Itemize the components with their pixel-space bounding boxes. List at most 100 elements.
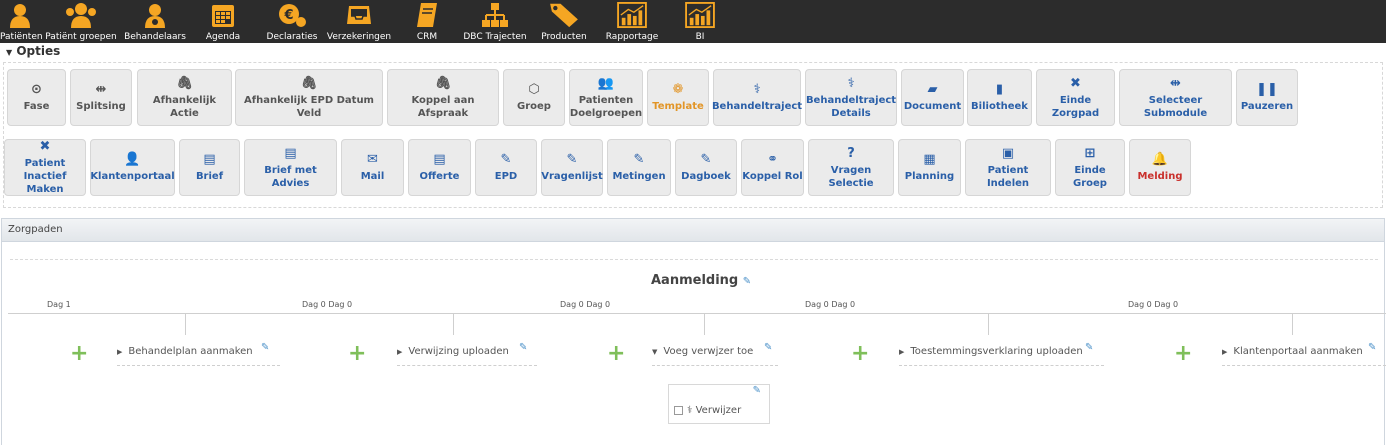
tool-mail[interactable]: ✉ Mail bbox=[341, 139, 404, 196]
patient-icon bbox=[10, 4, 30, 28]
tool-vragen-selectie[interactable]: ? Vragen Selectie bbox=[808, 139, 894, 196]
add-step-plus-icon[interactable]: + bbox=[607, 343, 625, 365]
tool-groep[interactable]: ⬡ Groep bbox=[503, 69, 565, 126]
timeline-tick bbox=[704, 314, 705, 335]
checkbox[interactable] bbox=[674, 405, 683, 415]
tool-patienten-doelgroepen[interactable]: 👥 Patienten Doelgroepen bbox=[569, 69, 643, 126]
nav-label: DBC Trajecten bbox=[463, 32, 527, 42]
step-klantenportaal-aanmaken[interactable]: ▶ Klantenportaal aanmaken ✎ bbox=[1222, 342, 1386, 366]
tool-splitsing[interactable]: ⇹ Splitsing bbox=[70, 69, 132, 126]
tool-label: Fase bbox=[23, 101, 50, 112]
edit-icon[interactable]: ✎ bbox=[261, 342, 269, 353]
tool-metingen[interactable]: ✎ Metingen bbox=[607, 139, 671, 196]
tool-label: Behandeltraject bbox=[711, 101, 803, 112]
nav-label: Behandelaars bbox=[124, 32, 186, 42]
edit-icon[interactable]: ✎ bbox=[1368, 342, 1376, 353]
tool-template[interactable]: ❁ Template bbox=[647, 69, 709, 126]
tool-planning[interactable]: ▦ Planning bbox=[898, 139, 961, 196]
edit-icon[interactable]: ✎ bbox=[764, 342, 772, 353]
nav-item-patient-groepen[interactable]: Patiënt groepen bbox=[40, 0, 122, 43]
nav-item-verzekeringen[interactable]: Verzekeringen bbox=[325, 0, 393, 43]
template-icon: ❁ bbox=[672, 82, 684, 97]
add-step-plus-icon[interactable]: + bbox=[851, 343, 869, 365]
nav-item-rapportage[interactable]: Rapportage bbox=[605, 0, 659, 43]
tool-document[interactable]: ▰ Document bbox=[901, 69, 964, 126]
step-label: Klantenportaal aanmaken bbox=[1233, 346, 1363, 357]
tool-afhankelijk-epd-datum-veld[interactable]: 🖇 Afhankelijk EPD Datum Veld bbox=[235, 69, 383, 126]
tool-fase[interactable]: ⊙ Fase bbox=[7, 69, 66, 126]
tool-afhankelijk-actie[interactable]: 🖇 Afhankelijk Actie bbox=[137, 69, 232, 126]
bell-icon: 🔔 bbox=[1151, 152, 1169, 167]
tool-selecteer-submodule[interactable]: ⇹ Selecteer Submodule bbox=[1119, 69, 1232, 126]
tool-brief[interactable]: ▤ Brief bbox=[179, 139, 240, 196]
step-label: Voeg verwjzer toe bbox=[663, 346, 754, 357]
tool-label: Koppel Rol bbox=[742, 171, 803, 182]
nav-item-patienten[interactable]: Patiënten bbox=[0, 0, 43, 43]
edit-icon[interactable]: ✎ bbox=[519, 342, 527, 353]
tool-label: Selecteer Submodule bbox=[1143, 94, 1208, 119]
user-remove-icon: ✖ bbox=[39, 139, 51, 154]
edit-icon[interactable]: ✎ bbox=[753, 385, 761, 396]
patient-group-icon bbox=[66, 3, 96, 28]
nav-item-crm[interactable]: CRM bbox=[410, 0, 444, 43]
tool-label: Patienten Doelgroepen bbox=[569, 94, 643, 119]
subitem-verwijzer[interactable]: ⚕ Verwijzer bbox=[674, 405, 741, 416]
nav-item-behandelaars[interactable]: Behandelaars bbox=[122, 0, 188, 43]
add-step-plus-icon[interactable]: + bbox=[70, 343, 88, 365]
tool-label: Metingen bbox=[612, 171, 666, 182]
timeline-tick bbox=[453, 314, 454, 335]
tool-einde-zorgpad[interactable]: ✖ Einde Zorgpad bbox=[1036, 69, 1115, 126]
tool-patient-inactief-maken[interactable]: ✖ Patient Inactief Maken bbox=[4, 139, 86, 196]
nav-item-bi[interactable]: BI bbox=[682, 0, 718, 43]
inbox-icon bbox=[347, 6, 371, 24]
tool-einde-groep[interactable]: ⊞ Einde Groep bbox=[1055, 139, 1125, 196]
tool-pauzeren[interactable]: ❚❚ Pauzeren bbox=[1236, 69, 1298, 126]
step-verwijzing-uploaden[interactable]: ▶ Verwijzing uploaden ✎ bbox=[397, 342, 537, 366]
tool-label: Groep bbox=[517, 101, 551, 112]
zorgpaden-title: Zorgpaden bbox=[8, 224, 63, 235]
tool-behandeltraject-details[interactable]: ⚕ Behandeltraject Details bbox=[805, 69, 897, 126]
file-icon: ▤ bbox=[284, 145, 297, 161]
tool-behandeltraject[interactable]: ⚕ Behandeltraject bbox=[711, 69, 803, 126]
tool-epd[interactable]: ✎ EPD bbox=[475, 139, 537, 196]
step-voeg-verwjzer-toe[interactable]: ▼ Voeg verwjzer toe ✎ bbox=[652, 342, 778, 366]
opties-toggle[interactable]: ▼ Opties bbox=[6, 44, 60, 58]
timeline-tick bbox=[988, 314, 989, 335]
tool-koppel-aan-afspraak[interactable]: 🖇 Koppel aan Afspraak bbox=[387, 69, 499, 126]
nav-item-agenda[interactable]: Agenda bbox=[200, 0, 246, 43]
tool-offerte[interactable]: ▤ Offerte bbox=[408, 139, 471, 196]
pencil-icon: ✎ bbox=[633, 152, 645, 167]
step-behandelplan-aanmaken[interactable]: ▶ Behandelplan aanmaken ✎ bbox=[117, 342, 280, 366]
user-icon: 👤 bbox=[124, 152, 141, 167]
step-toestemmingsverklaring-uploaden[interactable]: ▶ Toestemmingsverklaring uploaden ✎ bbox=[899, 342, 1104, 366]
tool-label: Patient Indelen bbox=[986, 164, 1030, 189]
nav-item-dbc-trajecten[interactable]: DBC Trajecten bbox=[462, 0, 528, 43]
tool-koppel-rol[interactable]: ⚭ Koppel Rol bbox=[741, 139, 804, 196]
tool-vragenlijst[interactable]: ✎ Vragenlijst bbox=[541, 139, 603, 196]
add-step-plus-icon[interactable]: + bbox=[348, 343, 366, 365]
opties-title: Opties bbox=[16, 44, 61, 58]
tool-dagboek[interactable]: ✎ Dagboek bbox=[675, 139, 737, 196]
nav-label: Patiënt groepen bbox=[45, 32, 117, 42]
calendar-icon: ▦ bbox=[923, 152, 936, 167]
svg-text:€: € bbox=[283, 8, 293, 23]
tool-biliotheek[interactable]: ▮ Biliotheek bbox=[967, 69, 1032, 126]
stethoscope-icon: ⚕ bbox=[847, 75, 855, 91]
add-step-plus-icon[interactable]: + bbox=[1174, 343, 1192, 365]
tool-melding[interactable]: 🔔 Melding bbox=[1129, 139, 1191, 196]
timeline-axis bbox=[8, 313, 1386, 314]
nav-label: Rapportage bbox=[605, 32, 659, 42]
step-label: Behandelplan aanmaken bbox=[128, 346, 253, 357]
tool-patient-indelen[interactable]: ▣ Patient Indelen bbox=[965, 139, 1051, 196]
caret-right-icon: ▶ bbox=[1222, 348, 1228, 356]
nav-item-declaraties[interactable]: € Declaraties bbox=[262, 0, 322, 43]
tool-brief-met-advies[interactable]: ▤ Brief met Advies bbox=[244, 139, 337, 196]
zorgpaden-header: Zorgpaden bbox=[2, 219, 1384, 242]
edit-icon[interactable]: ✎ bbox=[743, 276, 755, 287]
question-icon: ? bbox=[847, 145, 855, 161]
day-label: Dag 0 Dag 0 bbox=[560, 300, 611, 309]
doctor-icon bbox=[145, 4, 165, 28]
edit-icon[interactable]: ✎ bbox=[1085, 342, 1093, 353]
nav-item-producten[interactable]: Producten bbox=[540, 0, 588, 43]
tool-klantenportaal[interactable]: 👤 Klantenportaal bbox=[90, 139, 175, 196]
